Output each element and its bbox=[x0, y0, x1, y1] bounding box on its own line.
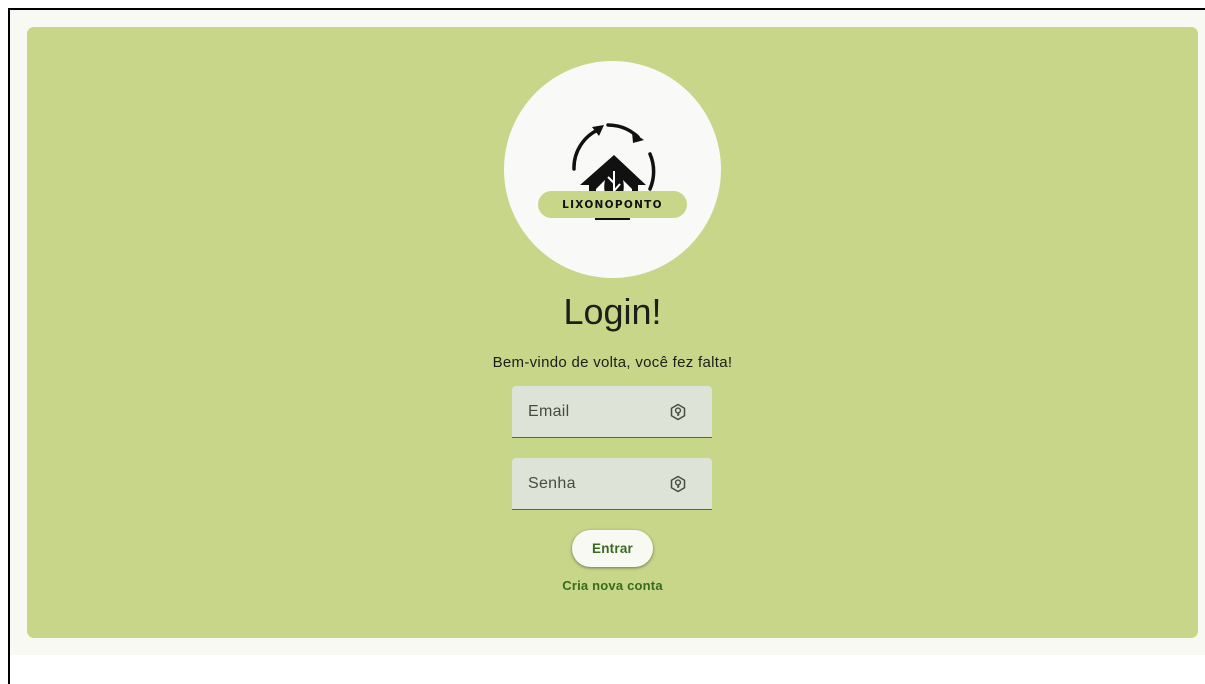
create-account-link[interactable]: Cria nova conta bbox=[562, 578, 663, 593]
page-title: Login! bbox=[563, 291, 662, 332]
welcome-subtitle: Bem-vindo de volta, você fez falta! bbox=[492, 354, 733, 371]
key-shield-icon bbox=[670, 403, 686, 421]
email-input[interactable] bbox=[512, 386, 678, 437]
logo-brand-label: LIXONOPONTO bbox=[538, 191, 687, 218]
login-button[interactable]: Entrar bbox=[572, 530, 653, 567]
logo-underline bbox=[595, 218, 630, 220]
email-field[interactable] bbox=[512, 386, 712, 438]
recycle-house-leaf-logo-icon bbox=[572, 123, 656, 213]
app-surface: LIXONOPONTO Login! Bem-vindo de volta, v… bbox=[10, 10, 1205, 655]
logo: LIXONOPONTO bbox=[504, 61, 721, 278]
key-shield-icon bbox=[670, 475, 686, 493]
login-card: LIXONOPONTO Login! Bem-vindo de volta, v… bbox=[27, 27, 1198, 638]
password-input[interactable] bbox=[512, 458, 678, 509]
create-account-row: Cria nova conta bbox=[27, 577, 1198, 595]
password-field[interactable] bbox=[512, 458, 712, 510]
